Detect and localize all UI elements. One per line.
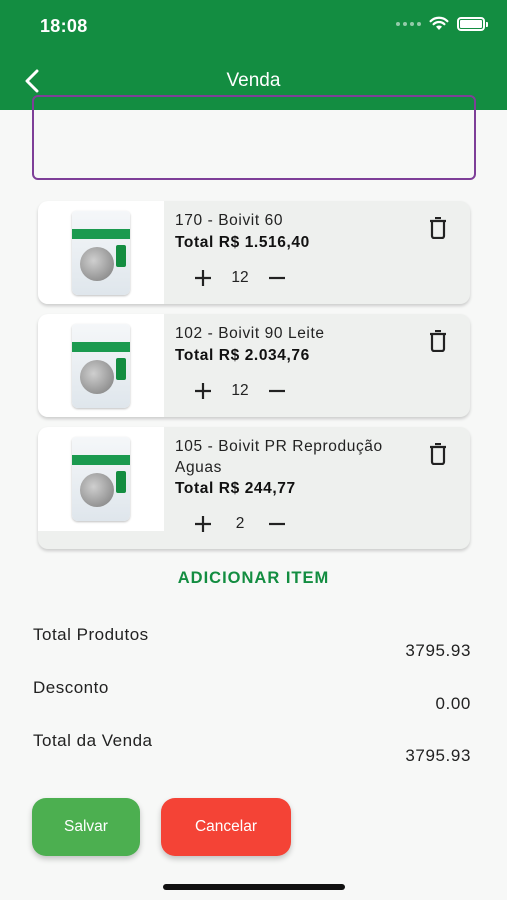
increase-button[interactable] <box>188 376 218 406</box>
total-produtos-value: 3795.93 <box>405 641 471 660</box>
add-item-button[interactable]: ADICIONAR ITEM <box>0 569 507 588</box>
item-card[interactable]: 170 - Boivit 60 Total R$ 1.516,40 12 <box>38 201 470 304</box>
plus-icon <box>195 383 211 399</box>
notes-textarea[interactable] <box>32 95 476 180</box>
decrease-button[interactable] <box>262 509 292 539</box>
increase-button[interactable] <box>188 263 218 293</box>
quantity-stepper: 12 <box>188 376 292 406</box>
total-venda-value: 3795.93 <box>405 746 471 765</box>
quantity-stepper: 12 <box>188 263 292 293</box>
item-name: 170 - Boivit 60 <box>175 212 284 229</box>
item-name: 102 - Boivit 90 Leite <box>175 325 325 342</box>
desconto-value: 0.00 <box>435 694 471 713</box>
decrease-button[interactable] <box>262 263 292 293</box>
battery-icon <box>457 16 488 31</box>
decrease-button[interactable] <box>262 376 292 406</box>
wifi-icon <box>429 16 449 30</box>
product-image <box>38 201 164 304</box>
quantity-value: 12 <box>231 269 249 286</box>
app-bar: 18:08 Venda <box>0 0 507 110</box>
status-icons <box>396 16 488 31</box>
quantity-value: 2 <box>235 515 245 532</box>
minus-icon <box>269 522 285 526</box>
save-button[interactable]: Salvar <box>32 798 140 856</box>
product-image <box>38 427 164 531</box>
minus-icon <box>269 389 285 393</box>
total-produtos-label: Total Produtos <box>33 625 149 644</box>
quantity-stepper: 2 <box>188 509 292 539</box>
delete-button[interactable] <box>426 215 450 241</box>
status-time: 18:08 <box>40 16 88 36</box>
home-indicator <box>163 884 345 890</box>
item-total: Total R$ 244,77 <box>175 480 296 497</box>
increase-button[interactable] <box>188 509 218 539</box>
delete-button[interactable] <box>426 441 450 467</box>
desconto-label: Desconto <box>33 678 109 697</box>
item-name: 105 - Boivit PR Reprodução Aguas <box>175 438 383 476</box>
page-title: Venda <box>226 70 281 91</box>
product-image <box>38 314 164 417</box>
quantity-value: 12 <box>231 382 249 399</box>
plus-icon <box>195 270 211 286</box>
delete-button[interactable] <box>426 328 450 354</box>
cancel-button[interactable]: Cancelar <box>161 798 291 856</box>
plus-icon <box>195 516 211 532</box>
item-card[interactable]: 105 - Boivit PR Reprodução Aguas Total R… <box>38 427 470 549</box>
item-total: Total R$ 1.516,40 <box>175 234 310 251</box>
total-venda-label: Total da Venda <box>33 731 153 750</box>
trash-icon <box>430 217 446 239</box>
trash-icon <box>430 443 446 465</box>
item-total: Total R$ 2.034,76 <box>175 347 310 364</box>
signal-dots-icon <box>396 21 421 26</box>
trash-icon <box>430 330 446 352</box>
item-card[interactable]: 102 - Boivit 90 Leite Total R$ 2.034,76 … <box>38 314 470 417</box>
minus-icon <box>269 276 285 280</box>
